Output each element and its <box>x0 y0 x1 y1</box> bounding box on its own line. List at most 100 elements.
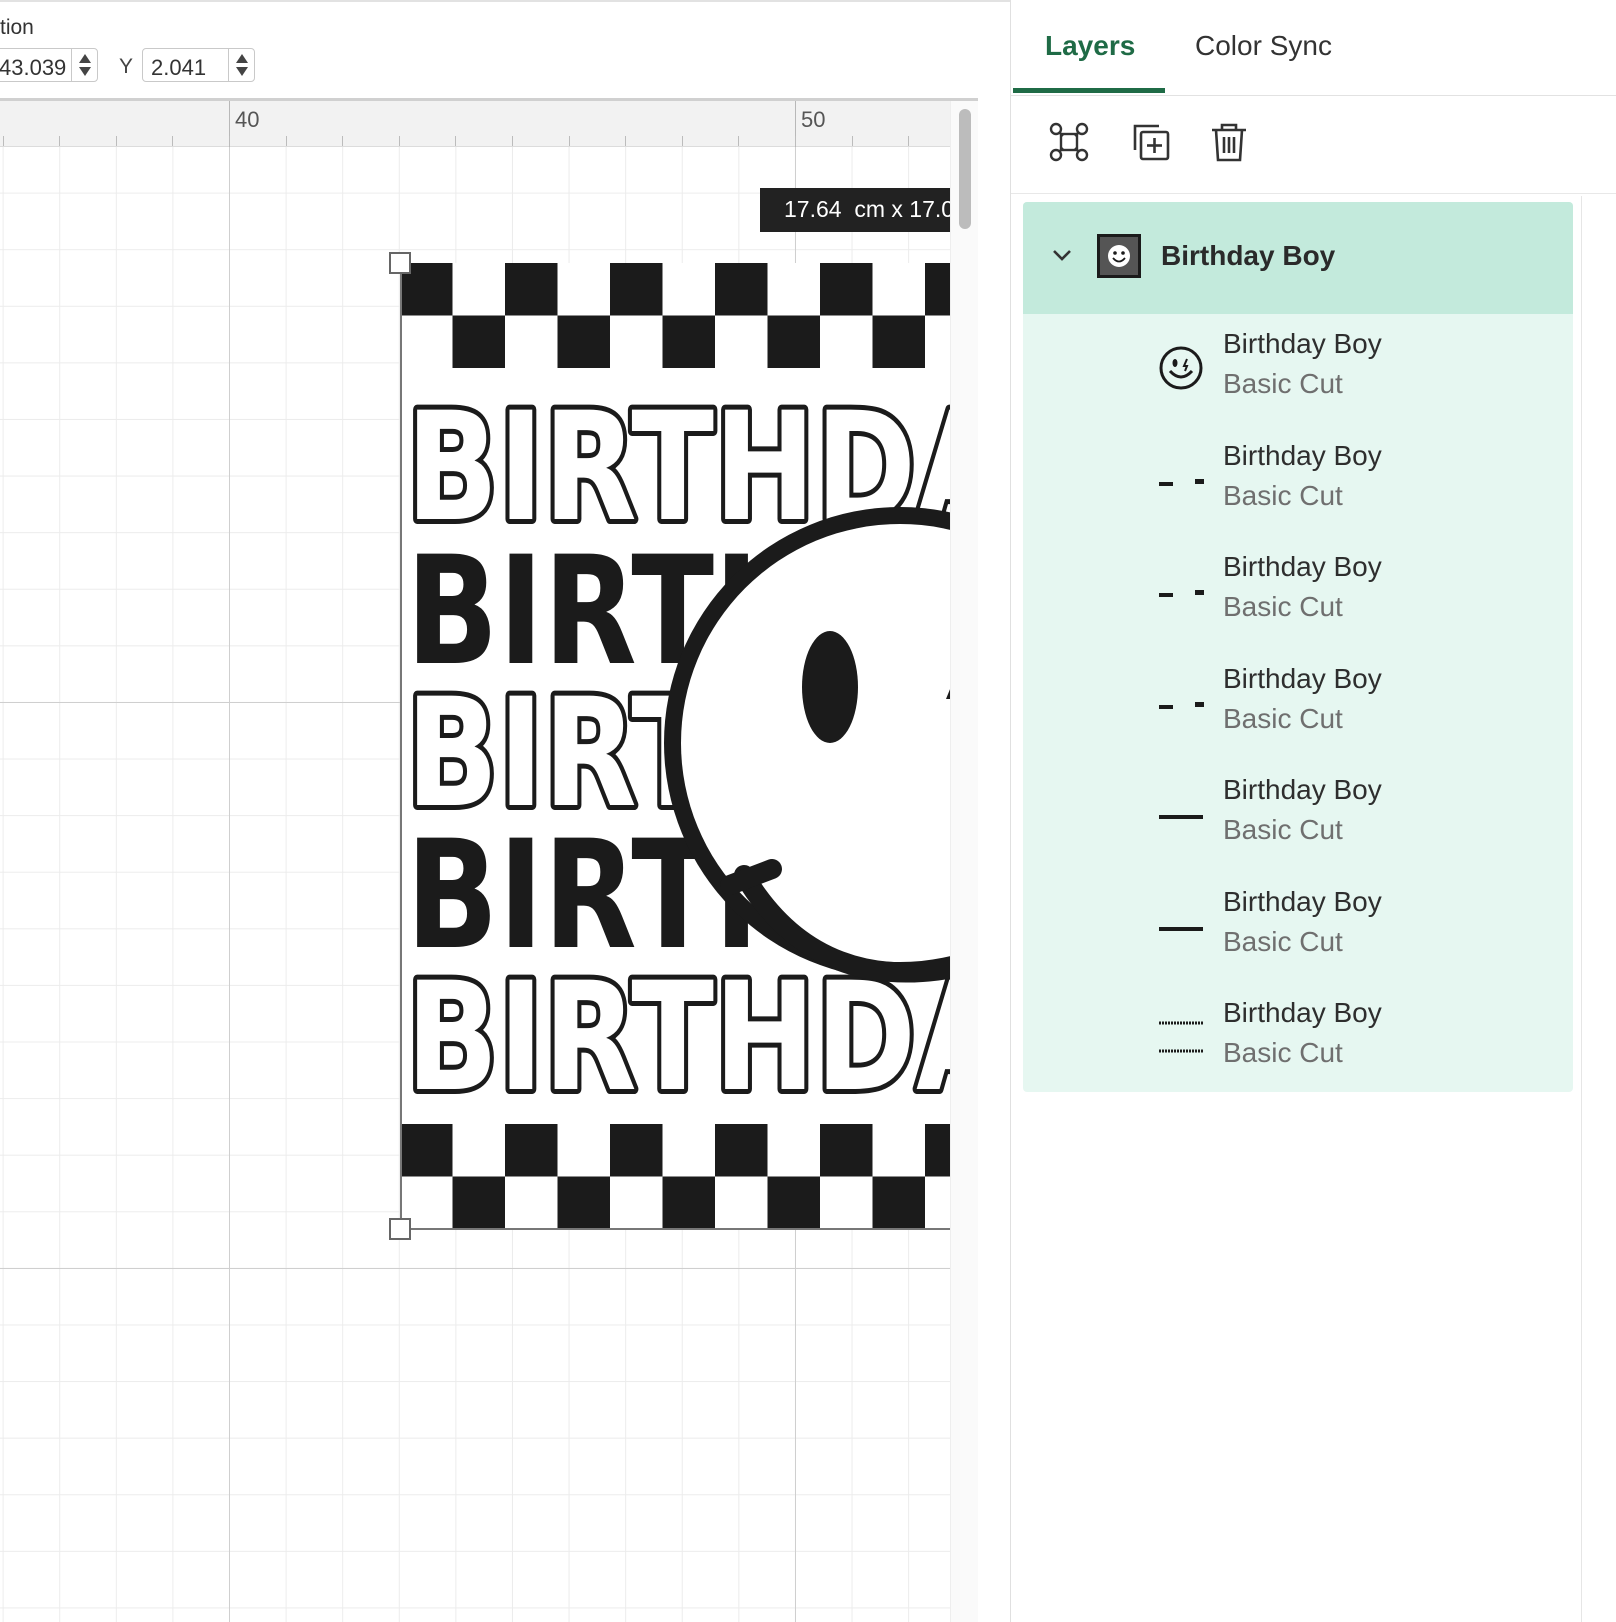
checker-square <box>662 1176 715 1229</box>
ruler-minor-tick <box>455 136 456 146</box>
dashes-layer-icon <box>1159 590 1204 597</box>
checker-square <box>767 1176 820 1229</box>
smiley-layer-icon <box>1159 346 1203 390</box>
resize-handle-bottom-left[interactable] <box>389 1218 411 1240</box>
x-position-value[interactable]: 43.039 <box>0 55 67 81</box>
ruler-label-50: 50 <box>801 107 826 132</box>
checker-square <box>452 1176 505 1229</box>
y-stepper[interactable] <box>228 49 254 81</box>
layer-operation: Basic Cut <box>1223 591 1343 622</box>
layer-row[interactable]: Birthday Boy Basic Cut <box>1023 649 1573 761</box>
checker-square <box>610 263 663 316</box>
checker-square <box>505 263 558 316</box>
layer-operation: Basic Cut <box>1223 479 1343 511</box>
layer-row[interactable]: Birthday Boy Basic Cut <box>1023 537 1573 649</box>
ruler-minor-tick <box>59 136 60 146</box>
layer-row[interactable]: Birthday Boy Basic Cut <box>1023 872 1573 984</box>
y-position-field[interactable]: 2.041 <box>142 48 255 82</box>
ruler-minor-tick <box>116 136 117 146</box>
ruler-minor-tick <box>342 136 343 146</box>
birthday-boy-design[interactable]: BIRTHDAY BIRTHDAY BIRTHDAY BIRTHDAY BIRT… <box>400 263 976 1229</box>
canvas-vertical-scrollbar[interactable] <box>950 101 978 1622</box>
canvas-scroll-thumb[interactable] <box>959 109 971 229</box>
checker-square <box>715 1124 768 1177</box>
layers-panel: Layers Color Sync Birthday Boy Birthday … <box>1010 0 1616 1622</box>
x-decrement-arrow-icon[interactable] <box>79 67 91 76</box>
line-layer-icon <box>1159 926 1203 931</box>
checker-square <box>662 315 715 368</box>
ruler-minor-tick <box>682 136 683 146</box>
design-artwork: BIRTHDAY BIRTHDAY BIRTHDAY BIRTHDAY BIRT… <box>400 263 976 1229</box>
size-readout-badge: 17.64 cm x 17.07 <box>760 188 976 232</box>
layer-name: Birthday Boy <box>1223 439 1382 471</box>
layer-name: Birthday Boy <box>1223 551 1382 582</box>
layer-operation: Basic Cut <box>1223 925 1343 957</box>
active-tab-indicator <box>1013 88 1165 93</box>
duplicate-icon[interactable] <box>1129 120 1173 164</box>
layer-operation: Basic Cut <box>1223 814 1343 845</box>
selection-edge <box>400 263 402 1229</box>
ungroup-icon[interactable] <box>1047 120 1091 164</box>
y-decrement-arrow-icon[interactable] <box>236 67 248 76</box>
y-increment-arrow-icon[interactable] <box>236 54 248 63</box>
app-window: tion 43.039 Y 2.041 40 50 BIRTHD BIRT BI… <box>0 0 1616 1622</box>
x-increment-arrow-icon[interactable] <box>79 54 91 63</box>
layer-operation: Basic Cut <box>1223 1037 1343 1068</box>
position-toolbar: tion 43.039 Y 2.041 <box>0 0 1010 100</box>
chevron-down-icon[interactable] <box>1051 244 1073 266</box>
layer-name: Birthday Boy <box>1223 662 1382 694</box>
selection-edge <box>400 1228 976 1230</box>
ruler-minor-tick <box>852 136 853 146</box>
checker-square <box>715 263 768 316</box>
checker-square <box>872 315 925 368</box>
ruler-minor-tick <box>569 136 570 146</box>
ruler-minor-tick <box>3 136 4 146</box>
checker-square <box>400 1124 453 1177</box>
checker-square <box>557 315 610 368</box>
panel-tabs: Layers Color Sync <box>1011 0 1616 96</box>
checker-square <box>452 315 505 368</box>
ruler-minor-tick <box>738 136 739 146</box>
layer-row[interactable]: Birthday Boy Basic Cut <box>1023 426 1573 538</box>
layers-list: Birthday Boy Birthday Boy Basic Cut Birthd… <box>1023 202 1573 1092</box>
y-position-value[interactable]: 2.041 <box>151 55 229 81</box>
ruler-minor-tick <box>399 136 400 146</box>
dashes-layer-icon <box>1159 701 1204 709</box>
layer-row[interactable]: Birthday Boy Basic Cut <box>1023 760 1573 872</box>
ruler-minor-tick <box>229 136 230 146</box>
position-label: tion <box>0 16 34 39</box>
layer-name: Birthday Boy <box>1223 997 1382 1028</box>
checker-square <box>872 1176 925 1229</box>
ruler-minor-tick <box>625 136 626 146</box>
checker-square <box>820 1124 873 1177</box>
resize-handle-top-left[interactable] <box>389 252 411 274</box>
ruler-label-40: 40 <box>235 107 260 132</box>
layer-name: Birthday Boy <box>1223 774 1382 805</box>
checker-square <box>820 263 873 316</box>
ruler-minor-tick <box>286 136 287 146</box>
layer-name: Birthday Boy <box>1223 885 1382 917</box>
group-name: Birthday Boy <box>1161 240 1336 271</box>
layer-operation: Basic Cut <box>1223 368 1343 399</box>
checker-square <box>557 1176 610 1229</box>
horizontal-ruler: 40 50 <box>0 101 978 147</box>
ruler-minor-tick <box>795 136 796 146</box>
ruler-minor-tick <box>172 136 173 146</box>
ruler-minor-tick <box>512 136 513 146</box>
tab-color-sync[interactable]: Color Sync <box>1195 30 1332 62</box>
layer-actions-bar <box>1011 96 1616 194</box>
layer-row[interactable]: Birthday Boy Basic Cut <box>1023 983 1573 1095</box>
x-position-field[interactable]: 43.039 <box>0 48 98 82</box>
checker-square <box>767 315 820 368</box>
dashes-layer-icon <box>1159 478 1204 486</box>
panel-scrollbar[interactable] <box>1581 196 1616 1622</box>
tab-layers[interactable]: Layers <box>1045 30 1135 62</box>
layer-group-row[interactable]: Birthday Boy <box>1023 202 1573 314</box>
trash-icon[interactable] <box>1207 120 1251 164</box>
layer-row[interactable]: Birthday Boy Basic Cut <box>1023 314 1573 426</box>
smiley-eye <box>802 631 858 743</box>
x-stepper[interactable] <box>71 49 97 81</box>
ruler-minor-tick <box>908 136 909 146</box>
layer-name: Birthday Boy <box>1223 328 1382 359</box>
design-canvas[interactable]: 40 50 BIRTHDAY B <box>0 98 978 1622</box>
